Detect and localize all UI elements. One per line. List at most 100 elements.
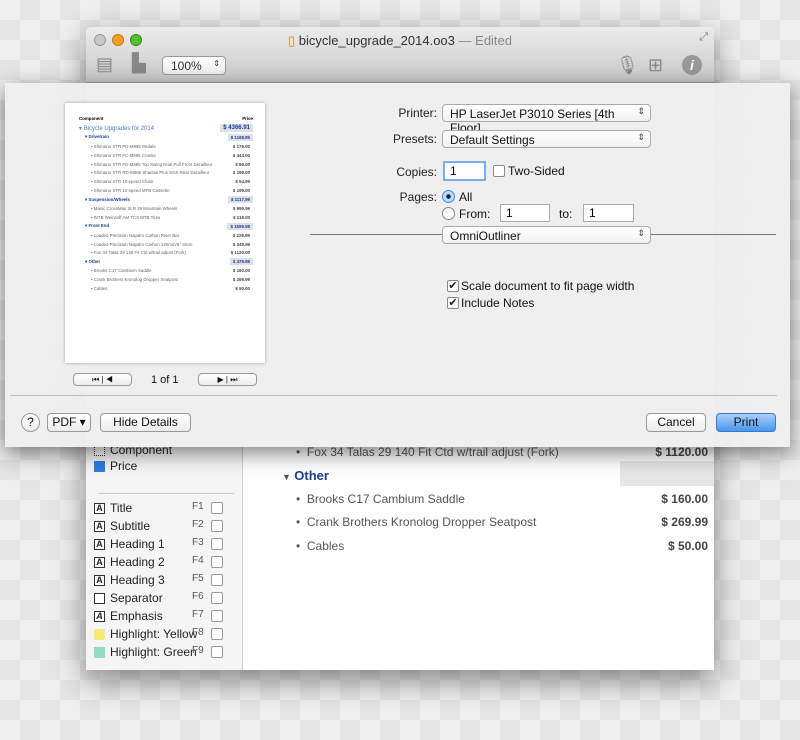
outline-row[interactable]: • Cables $ 50.00 — [296, 539, 708, 553]
copies-field[interactable]: 1 — [443, 161, 486, 181]
preview-price: $ 4366.91 — [220, 124, 253, 133]
preview-text: Loaded Precision Napalm Carbon Riser Bar — [93, 232, 180, 238]
row-text: Crank Brothers Kronolog Dropper Seatpost — [306, 515, 537, 529]
preview-row-text: ▪ WTB Weirwolf AM TCS MTB Tires — [91, 214, 161, 220]
style-icon: A — [94, 520, 105, 532]
preview-row: ▪ Shimano XTR PD-M985 Pedals $ 179.00 — [79, 142, 253, 151]
to-field[interactable]: 1 — [583, 204, 634, 222]
preview-next-buttons[interactable]: ▶ | ⏭ — [198, 373, 257, 386]
hide-details-button[interactable]: Hide Details — [100, 413, 191, 432]
all-label: All — [459, 190, 473, 204]
outline-row[interactable]: • Brooks C17 Cambium Saddle $ 160.00 — [296, 492, 708, 506]
style-label: Heading 1 — [110, 537, 165, 551]
cancel-button[interactable]: Cancel — [646, 413, 706, 432]
preview-price: $ 1168.95 — [227, 133, 253, 141]
style-icon — [94, 592, 105, 604]
scale-checkbox[interactable]: ✔ — [447, 280, 459, 292]
preview-row: ▪ Shimano XTR FC-M985 Cranks $ 444.00 — [79, 151, 253, 160]
style-checkbox[interactable] — [211, 556, 223, 568]
style-checkbox[interactable] — [211, 574, 223, 586]
add-attachment-icon[interactable]: ⊞ — [648, 55, 663, 76]
preview-row-text: ▪ Brooks C17 Cambium Saddle — [91, 268, 152, 274]
section-value: OmniOutliner — [450, 229, 521, 243]
style-label: Highlight: Yellow — [110, 627, 198, 641]
outline-row[interactable]: • Crank Brothers Kronolog Dropper Seatpo… — [296, 515, 708, 529]
pdf-menu-button[interactable]: PDF ▾ — [47, 413, 91, 432]
preview-row-text: ▾ Suspension/Wheels — [85, 196, 130, 202]
style-checkbox[interactable] — [211, 592, 223, 604]
stepper-icon: ⇕ — [213, 59, 220, 68]
preview-price: $ 249.99 — [232, 241, 250, 247]
two-sided-checkbox[interactable] — [493, 165, 505, 177]
style-checkbox[interactable] — [211, 502, 223, 514]
preview-text: Bicycle Upgrades for 2014 — [83, 125, 155, 132]
presets-value: Default Settings — [450, 133, 535, 147]
shortcut-key: F8 — [192, 627, 204, 638]
preview-price: $ 1117.99 — [227, 196, 253, 204]
style-icon: A — [94, 538, 105, 550]
preview-prev-buttons[interactable]: ⏮ | ◀ — [73, 373, 132, 386]
row-price: $ 160.00 — [661, 492, 708, 506]
help-button[interactable]: ? — [21, 413, 40, 432]
preview-text: WTB Weirwolf AM TCS MTB Tires — [93, 214, 161, 220]
preview-price: $ 160.00 — [232, 268, 250, 274]
footer-divider — [10, 395, 777, 396]
column-icon-blue — [94, 460, 105, 472]
edited-status: — Edited — [458, 33, 513, 48]
preview-price: $ 54.99 — [235, 179, 250, 185]
microphone-icon[interactable]: 🎙 — [616, 55, 639, 76]
preview-row: ▪ Mavic CrossMax SLR 29 Mountain Wheels $… — [79, 204, 253, 213]
preview-text: Front End — [88, 223, 110, 229]
row-price: $ 50.00 — [667, 539, 708, 553]
preview-row: ▾ Other $ 479.99 — [79, 257, 253, 266]
disclosure-triangle-icon[interactable]: ▼ — [282, 472, 291, 482]
outline-row[interactable]: • Fox 34 Talas 29 140 Fit Ctd w/trail ad… — [296, 445, 708, 459]
preview-row: ▾ Front End $ 1599.98 — [79, 222, 253, 231]
preview-text: Loaded Precision Napalm Carbon 120mm/6° … — [93, 241, 193, 247]
fullscreen-icon[interactable]: ⤢ — [699, 31, 708, 44]
from-field[interactable]: 1 — [500, 204, 550, 222]
preview-row-text: ▪ Fox 34 Talas 29 140 Fit Ctd w/trail ad… — [91, 250, 186, 256]
printer-select[interactable]: HP LaserJet P3010 Series [4th Floor] ⇕ — [442, 104, 651, 135]
updown-icon: ⇕ — [637, 132, 645, 142]
pages-all-radio[interactable] — [442, 190, 455, 203]
preview-text: Other — [88, 258, 101, 264]
preview-header: Component Price — [79, 116, 253, 124]
style-checkbox[interactable] — [211, 646, 223, 658]
two-sided-label: Two-Sided — [508, 164, 565, 178]
column-label: Price — [110, 459, 138, 473]
zoom-select[interactable]: 100% ⇕ — [162, 56, 226, 75]
preview-price: $ 199.00 — [232, 170, 250, 176]
sidebar-toggle-icon[interactable]: ▤ — [96, 54, 113, 75]
preview-row: ▪ Shimano XTR FD-M985 Top Swing Dual Pul… — [79, 160, 253, 169]
presets-label: Presets: — [392, 132, 437, 146]
preview-row-text: ▪ Loaded Precision Napalm Carbon Riser B… — [91, 232, 180, 238]
pages-from-radio[interactable] — [442, 207, 455, 220]
preview-price: $ 479.99 — [229, 258, 253, 266]
include-notes-checkbox[interactable]: ✔ — [447, 297, 459, 309]
column-price[interactable]: Price — [94, 459, 234, 473]
printer-label: Printer: — [398, 106, 437, 120]
updown-icon: ⇕ — [637, 228, 645, 238]
presets-select[interactable]: Default Settings ⇕ — [442, 130, 651, 148]
info-icon[interactable]: i — [682, 55, 702, 75]
preview-row: ▪ Loaded Precision Napalm Carbon Riser B… — [79, 231, 253, 240]
preview-price: $ 118.00 — [233, 214, 250, 220]
include-notes-label: Include Notes — [461, 296, 535, 310]
document-view-icon[interactable]: ▙ — [132, 53, 146, 74]
preview-price: $ 229.99 — [232, 232, 250, 238]
style-label: Highlight: Green — [110, 645, 197, 659]
print-button[interactable]: Print — [716, 413, 776, 432]
style-checkbox[interactable] — [211, 520, 223, 532]
style-label: Title — [110, 501, 133, 515]
preview-text: Shimano XTR FD-M985 Top Swing Dual Pull … — [93, 161, 213, 167]
style-checkbox[interactable] — [211, 628, 223, 640]
preview-text: Shimano XTR 10-speed MTB Cassette — [93, 188, 170, 194]
style-label: Emphasis — [110, 609, 163, 623]
section-select[interactable]: OmniOutliner ⇕ — [442, 226, 651, 244]
style-icon: A — [94, 502, 105, 514]
style-icon: A — [94, 556, 105, 568]
preview-price: $ 50.00 — [235, 285, 250, 291]
style-checkbox[interactable] — [211, 538, 223, 550]
style-checkbox[interactable] — [211, 610, 223, 622]
